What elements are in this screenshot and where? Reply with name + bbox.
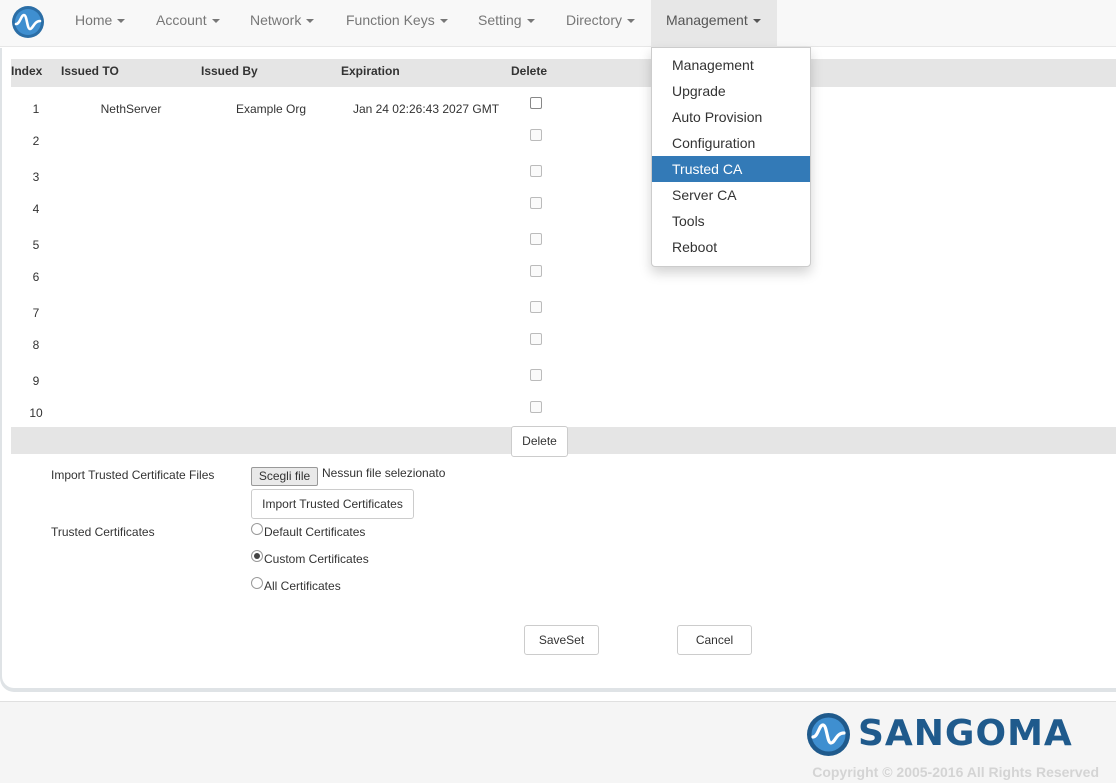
- row-index: 4: [32, 202, 40, 216]
- certificate-table-header: [11, 59, 1116, 87]
- row-index: 8: [32, 338, 40, 352]
- caret-down-icon: [306, 19, 315, 24]
- custom-certificates-radio[interactable]: [251, 550, 263, 562]
- default-certificates-radio[interactable]: [251, 523, 263, 535]
- header-expiration: Expiration: [341, 64, 400, 78]
- top-navbar: Home Account Network Function Keys Setti…: [0, 0, 1116, 47]
- caret-down-icon: [117, 19, 126, 24]
- menu-item-reboot[interactable]: Reboot: [652, 234, 810, 260]
- caret-down-icon: [211, 19, 220, 24]
- no-file-selected-text: Nessun file selezionato: [322, 466, 446, 480]
- caret-down-icon: [439, 19, 448, 24]
- content-panel: [2, 48, 1116, 688]
- nav-management[interactable]: Management: [651, 0, 777, 47]
- delete-checkbox[interactable]: [530, 369, 542, 381]
- row-index: 1: [32, 102, 40, 116]
- delete-checkbox[interactable]: [530, 197, 542, 209]
- menu-item-management[interactable]: Management: [652, 52, 810, 78]
- row-index: 7: [32, 306, 40, 320]
- row-index: 9: [32, 374, 40, 388]
- trusted-certificates-label: Trusted Certificates: [51, 525, 155, 539]
- header-delete: Delete: [511, 64, 548, 78]
- menu-item-auto-provision[interactable]: Auto Provision: [652, 104, 810, 130]
- delete-checkbox[interactable]: [530, 129, 542, 141]
- caret-down-icon: [752, 19, 761, 24]
- nav-setting[interactable]: Setting: [466, 0, 547, 47]
- row-index: 2: [32, 134, 40, 148]
- nav-function-keys[interactable]: Function Keys: [333, 0, 461, 47]
- content-frame: [0, 48, 1116, 692]
- custom-certificates-label: Custom Certificates: [264, 552, 369, 566]
- choose-file-button[interactable]: Scegli file: [251, 467, 318, 486]
- delete-checkbox[interactable]: [530, 97, 542, 109]
- delete-checkbox[interactable]: [530, 233, 542, 245]
- copyright-text: Copyright © 2005-2016 All Rights Reserve…: [812, 764, 1099, 780]
- row-issued-by: Example Org: [235, 102, 307, 116]
- header-issued-to: Issued TO: [61, 64, 119, 78]
- sangoma-logo-icon[interactable]: [11, 5, 45, 39]
- nav-network[interactable]: Network: [237, 0, 327, 47]
- menu-item-configuration[interactable]: Configuration: [652, 130, 810, 156]
- all-certificates-label: All Certificates: [264, 579, 341, 593]
- menu-item-server-ca[interactable]: Server CA: [652, 182, 810, 208]
- nav-home[interactable]: Home: [62, 0, 138, 47]
- default-certificates-label: Default Certificates: [264, 525, 366, 539]
- delete-checkbox[interactable]: [530, 265, 542, 277]
- delete-checkbox[interactable]: [530, 401, 542, 413]
- row-index: 10: [29, 406, 43, 420]
- menu-item-trusted-ca[interactable]: Trusted CA: [652, 156, 810, 182]
- menu-item-tools[interactable]: Tools: [652, 208, 810, 234]
- delete-checkbox[interactable]: [530, 333, 542, 345]
- row-issued-to: NethServer: [100, 102, 162, 116]
- nav-account[interactable]: Account: [143, 0, 233, 47]
- nav-directory[interactable]: Directory: [553, 0, 648, 47]
- import-files-label: Import Trusted Certificate Files: [51, 468, 215, 482]
- brand-wordmark: SANGOMA: [858, 713, 1073, 754]
- caret-down-icon: [526, 19, 535, 24]
- management-dropdown-menu: Management Upgrade Auto Provision Config…: [651, 47, 811, 267]
- delete-checkbox[interactable]: [530, 301, 542, 313]
- all-certificates-radio[interactable]: [251, 577, 263, 589]
- header-issued-by: Issued By: [201, 64, 258, 78]
- row-index: 6: [32, 270, 40, 284]
- delete-checkbox[interactable]: [530, 165, 542, 177]
- import-trusted-certificates-button[interactable]: Import Trusted Certificates: [251, 489, 414, 519]
- sangoma-brand-logo-icon: [807, 713, 850, 756]
- delete-button[interactable]: Delete: [511, 426, 568, 457]
- caret-down-icon: [627, 19, 636, 24]
- cancel-button[interactable]: Cancel: [677, 625, 752, 655]
- saveset-button[interactable]: SaveSet: [524, 625, 599, 655]
- row-index: 5: [32, 238, 40, 252]
- row-index: 3: [32, 170, 40, 184]
- header-index: Index: [11, 64, 43, 78]
- menu-item-upgrade[interactable]: Upgrade: [652, 78, 810, 104]
- row-expiration: Jan 24 02:26:43 2027 GMT: [352, 102, 500, 116]
